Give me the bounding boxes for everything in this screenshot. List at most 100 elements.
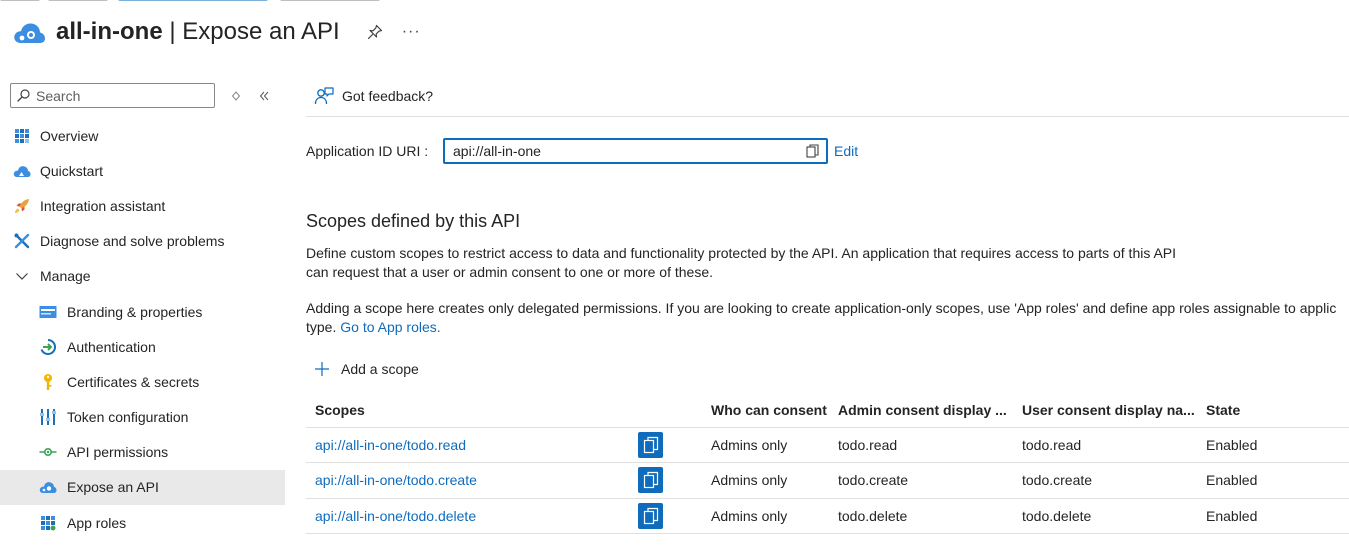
sidebar-item-label: App roles (67, 514, 127, 531)
copy-scope-button[interactable] (638, 502, 663, 529)
sidebar-item-overview[interactable]: Overview (0, 118, 285, 153)
admin-consent-cell: todo.read (838, 437, 898, 454)
delegated-permissions-note: Adding a scope here creates only delegat… (306, 299, 1349, 337)
application-id-field[interactable]: api://all-in-one (443, 138, 828, 164)
note-line-2: type. Go to App roles. (306, 318, 1349, 337)
sidebar-item-label: Expose an API (67, 479, 159, 496)
state-cell: Enabled (1206, 472, 1258, 489)
user-consent-cell: todo.create (1022, 472, 1093, 489)
page-title: all-in-one | Expose an API (56, 18, 340, 46)
key-icon (39, 373, 57, 391)
search-input[interactable] (36, 87, 206, 104)
who-can-consent-cell: Admins only (711, 472, 788, 489)
copy-icon[interactable] (806, 144, 820, 158)
sidebar-item-branding[interactable]: Branding & properties (0, 294, 285, 329)
scopes-description: Define custom scopes to restrict access … (306, 245, 1177, 280)
feedback-label: Got feedback? (342, 88, 434, 104)
breadcrumb[interactable] (0, 0, 600, 5)
table-row: api://all-in-one/todo.delete Admins only… (306, 499, 1349, 534)
note-line-1: Adding a scope here creates only delegat… (306, 300, 1337, 316)
sidebar-item-label: Quickstart (40, 162, 104, 179)
sidebar: Overview Quickstart Integration assist (0, 78, 285, 550)
quickstart-cloud-icon (13, 162, 31, 180)
token-bars-icon (39, 408, 57, 426)
sidebar-item-certificates[interactable]: Certificates & secrets (0, 364, 285, 399)
scopes-table: Scopes Who can consent Admin consent dis… (306, 393, 1349, 534)
user-consent-cell: todo.read (1022, 437, 1082, 454)
title-separator: | (169, 18, 176, 45)
overview-grid-icon (13, 127, 31, 145)
sidebar-item-expose-an-api[interactable]: Expose an API (0, 469, 285, 506)
expose-api-cloud-icon (39, 478, 57, 496)
who-can-consent-cell: Admins only (711, 507, 788, 524)
scope-cell: api://all-in-one/todo.delete (306, 502, 675, 529)
got-feedback-button[interactable]: Got feedback? (314, 86, 433, 106)
sidebar-item-label: Branding & properties (67, 303, 203, 320)
edit-app-id-link[interactable]: Edit (834, 143, 858, 159)
column-header-user-consent[interactable]: User consent display na... (1022, 402, 1206, 418)
copy-icon (643, 472, 658, 489)
app-registration-cloud-icon (14, 23, 45, 43)
api-permissions-icon (39, 443, 57, 461)
sidebar-item-app-roles[interactable]: App roles (0, 505, 285, 540)
add-scope-label: Add a scope (341, 361, 419, 377)
sidebar-item-label: Overview (40, 127, 99, 144)
sidebar-item-integration-assistant[interactable]: Integration assistant (0, 188, 285, 223)
sidebar-item-api-permissions[interactable]: API permissions (0, 435, 285, 470)
sidebar-item-token-configuration[interactable]: Token configuration (0, 400, 285, 435)
scope-link[interactable]: api://all-in-one/todo.create (315, 472, 477, 488)
authentication-icon (39, 338, 57, 356)
state-cell: Enabled (1206, 507, 1258, 524)
copy-icon (643, 437, 658, 454)
double-chevron-left-icon[interactable] (257, 89, 271, 103)
sidebar-item-label: Certificates & secrets (67, 373, 200, 390)
app-name: all-in-one (56, 18, 163, 45)
sidebar-item-label: Token configuration (67, 409, 189, 426)
sidebar-item-manage[interactable]: Manage (0, 259, 285, 294)
copy-icon (643, 507, 658, 524)
column-header-who-can-consent[interactable]: Who can consent (675, 402, 838, 418)
sidebar-search-box[interactable] (10, 83, 215, 108)
column-header-admin-consent[interactable]: Admin consent display ... (838, 402, 1022, 418)
sidebar-item-label: Manage (40, 268, 91, 285)
app-roles-grid-icon (39, 514, 57, 532)
branding-icon (39, 303, 57, 321)
column-header-scopes[interactable]: Scopes (306, 402, 675, 418)
chevron-down-icon (13, 267, 31, 285)
copy-scope-button[interactable] (638, 467, 663, 494)
column-header-state[interactable]: State (1206, 402, 1349, 418)
state-cell: Enabled (1206, 437, 1258, 454)
sidebar-item-authentication[interactable]: Authentication (0, 329, 285, 364)
pin-icon[interactable] (366, 23, 384, 41)
application-id-label: Application ID URI : (306, 143, 429, 159)
table-row: api://all-in-one/todo.read Admins only t… (306, 428, 1349, 464)
page-header: all-in-one | Expose an API ··· (12, 12, 421, 52)
admin-consent-cell: todo.delete (838, 507, 908, 524)
wrench-icon (13, 232, 31, 250)
section-title: Scopes defined by this API (306, 211, 521, 231)
sidebar-item-label: Authentication (67, 338, 156, 355)
copy-scope-button[interactable] (638, 432, 663, 459)
application-id-row: Application ID URI : api://all-in-one Ed… (306, 138, 858, 164)
sidebar-item-diagnose[interactable]: Diagnose and solve problems (0, 224, 285, 259)
table-header: Scopes Who can consent Admin consent dis… (306, 393, 1349, 428)
who-can-consent-cell: Admins only (711, 437, 788, 454)
sidebar-nav: Overview Quickstart Integration assistan… (0, 118, 285, 540)
more-options-button[interactable]: ··· (402, 23, 421, 41)
toolbar-divider (306, 116, 1349, 117)
scope-link[interactable]: api://all-in-one/todo.delete (315, 508, 476, 524)
sidebar-item-label: Diagnose and solve problems (40, 233, 225, 250)
scope-cell: api://all-in-one/todo.read (306, 432, 675, 459)
collapse-expand-icon[interactable] (229, 89, 243, 103)
sidebar-item-quickstart[interactable]: Quickstart (0, 153, 285, 188)
go-to-app-roles-link[interactable]: Go to App roles. (340, 319, 440, 335)
sidebar-item-label: API permissions (67, 444, 169, 461)
search-icon (17, 89, 30, 102)
note-line-2-text: type. (306, 319, 337, 335)
add-scope-button[interactable]: Add a scope (314, 361, 419, 377)
table-row: api://all-in-one/todo.create Admins only… (306, 463, 1349, 499)
application-id-value: api://all-in-one (453, 143, 541, 159)
scope-link[interactable]: api://all-in-one/todo.read (315, 437, 466, 453)
plus-icon (315, 362, 329, 376)
rocket-icon (13, 197, 31, 215)
